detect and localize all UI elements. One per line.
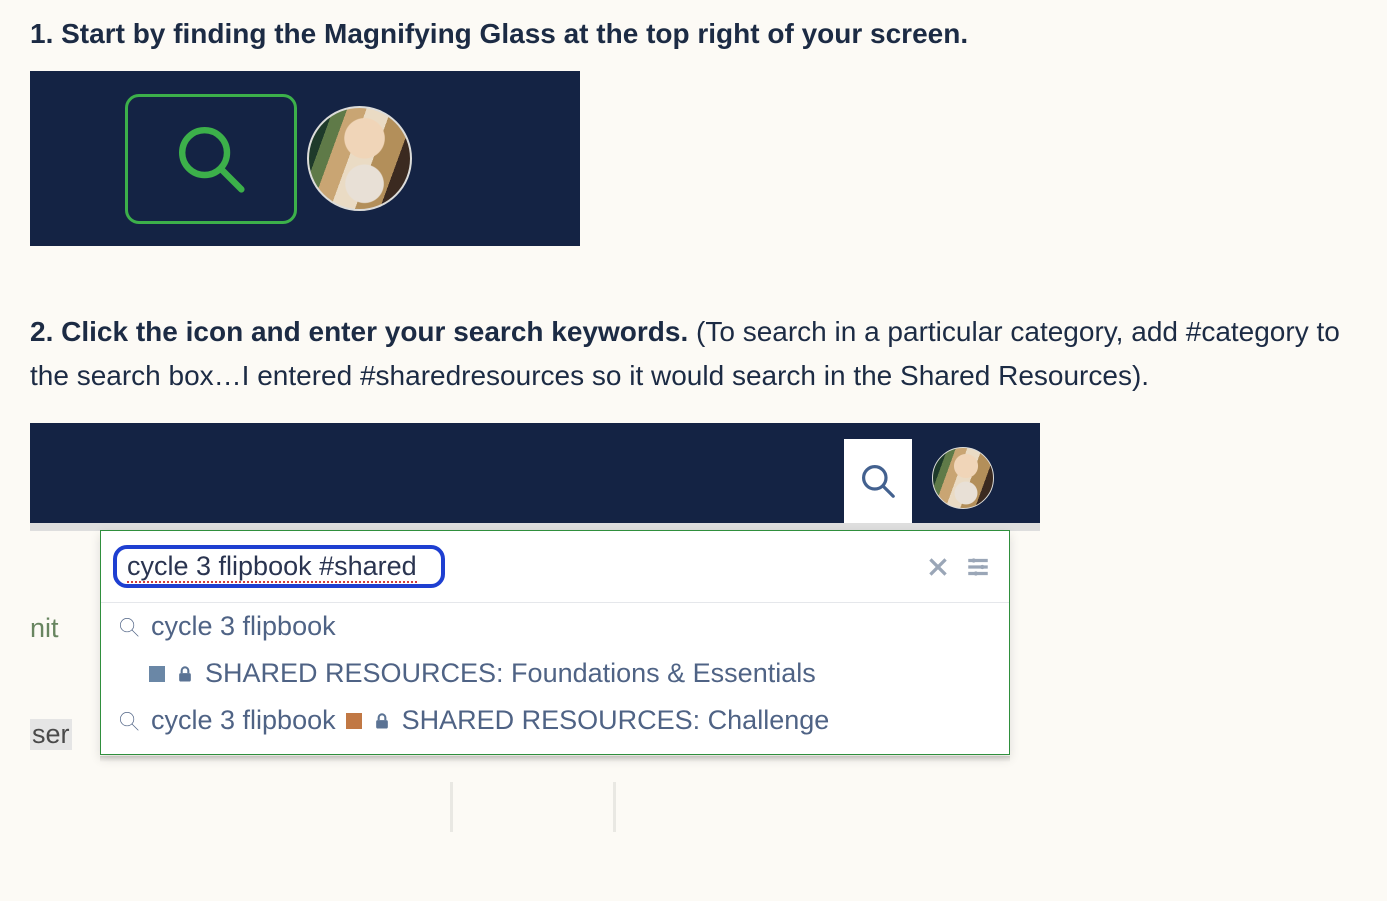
search-dropdown-panel: cycle 3 flipbook #shared <box>100 530 1010 755</box>
search-suggestion[interactable]: cycle 3 flipbook <box>113 603 991 650</box>
filter-icon[interactable] <box>965 554 991 580</box>
screenshot-2: nit ser cycle 3 flipbook #shared <box>30 423 1040 832</box>
lock-icon <box>372 711 392 731</box>
category-color-icon <box>149 666 165 682</box>
search-input[interactable]: cycle 3 flipbook #shared <box>127 551 417 583</box>
close-icon[interactable] <box>925 554 951 580</box>
search-icon <box>117 709 141 733</box>
suggestion-category-text: SHARED RESOURCES: Challenge <box>402 705 830 736</box>
search-input-row: cycle 3 flipbook #shared <box>113 545 991 602</box>
step-2-text: 2. Click the icon and enter your search … <box>30 310 1357 397</box>
search-icon <box>117 615 141 639</box>
background-text-fragment: nit <box>30 613 59 644</box>
decorative-lines <box>450 782 1040 832</box>
suggestion-query-text: cycle 3 flipbook <box>151 611 336 642</box>
search-suggestion-category[interactable]: SHARED RESOURCES: Foundations & Essentia… <box>113 650 991 697</box>
avatar[interactable] <box>307 106 412 211</box>
app-header-bar <box>30 423 1040 523</box>
screenshot-1 <box>30 71 580 246</box>
background-text-fragment: ser <box>30 719 72 750</box>
search-icon-highlight-box <box>125 94 297 224</box>
lock-icon <box>175 664 195 684</box>
category-color-icon <box>346 713 362 729</box>
search-icon <box>858 461 898 501</box>
search-icon[interactable] <box>171 119 251 199</box>
search-button-active[interactable] <box>844 439 912 523</box>
search-suggestion[interactable]: cycle 3 flipbook SHARED RESOURCES: Chall… <box>113 697 991 754</box>
search-input-highlight-box: cycle 3 flipbook #shared <box>113 545 445 588</box>
suggestion-category-text: SHARED RESOURCES: Foundations & Essentia… <box>205 658 816 689</box>
avatar[interactable] <box>932 447 994 509</box>
step-1-text: 1. Start by finding the Magnifying Glass… <box>30 12 1357 55</box>
suggestion-query-text: cycle 3 flipbook <box>151 705 336 736</box>
